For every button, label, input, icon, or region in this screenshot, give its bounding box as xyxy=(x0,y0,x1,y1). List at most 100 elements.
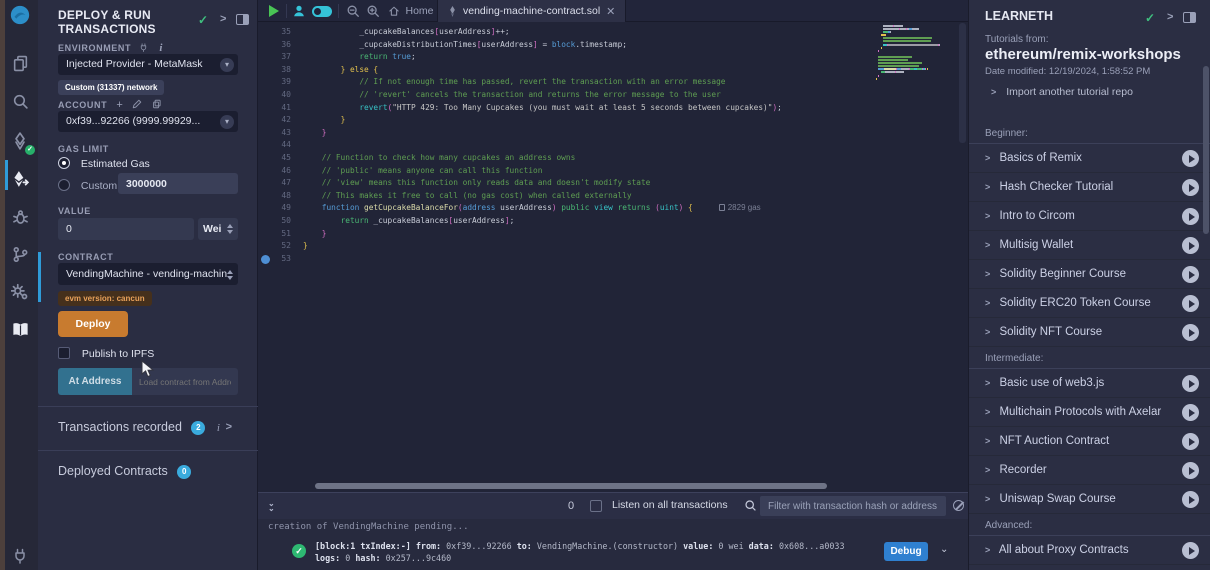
line-number[interactable]: 38 xyxy=(258,64,303,77)
tutorial-item[interactable]: > Basic use of web3.js xyxy=(969,369,1210,398)
gas-custom-radio[interactable]: Custom xyxy=(58,179,117,192)
debugger-icon[interactable] xyxy=(9,206,31,228)
file-explorer-icon[interactable] xyxy=(9,52,31,74)
tutorial-item[interactable]: > Multichain Protocols with Axelar xyxy=(969,398,1210,427)
code-line[interactable]: 40 // 'revert' cancels the transaction a… xyxy=(258,89,968,102)
code-line[interactable]: 50 return _cupcakeBalances[userAddress]; xyxy=(258,215,968,228)
line-number[interactable]: 37 xyxy=(258,51,303,64)
line-number[interactable]: 45 xyxy=(258,152,303,165)
copy-account-icon[interactable] xyxy=(152,99,162,109)
zoom-in-icon[interactable] xyxy=(364,0,382,22)
tutorial-item[interactable]: > Solidity Beginner Course xyxy=(969,260,1210,289)
import-tutorial-link[interactable]: >Import another tutorial repo xyxy=(991,86,1133,98)
run-script-icon[interactable] xyxy=(266,0,282,22)
tutorial-item[interactable]: > Recorder xyxy=(969,456,1210,485)
code-line[interactable]: 48 // This makes it free to call (no gas… xyxy=(258,190,968,203)
search-icon[interactable] xyxy=(9,90,31,112)
terminal-filter-input[interactable] xyxy=(760,496,946,516)
code-line[interactable]: 44 xyxy=(258,139,968,152)
add-account-icon[interactable]: + xyxy=(116,99,123,111)
line-number[interactable]: 35 xyxy=(258,26,303,39)
debug-button[interactable]: Debug xyxy=(884,542,928,561)
value-unit-select[interactable]: Wei xyxy=(198,218,238,240)
pin-panel-icon[interactable] xyxy=(236,14,249,25)
radio-unselected[interactable] xyxy=(58,179,70,191)
learneth-scrollbar[interactable] xyxy=(1203,66,1209,234)
breakpoint-dot[interactable] xyxy=(261,255,270,264)
code-line[interactable]: 36 _cupcakeDistributionTimes[userAddress… xyxy=(258,39,968,52)
gas-custom-input[interactable] xyxy=(118,173,238,194)
line-number[interactable]: 48 xyxy=(258,190,303,203)
play-tutorial-icon[interactable] xyxy=(1182,404,1199,421)
zoom-out-icon[interactable] xyxy=(344,0,362,22)
minimap[interactable] xyxy=(876,25,952,115)
play-tutorial-icon[interactable] xyxy=(1182,179,1199,196)
code-line[interactable]: 42 } xyxy=(258,114,968,127)
play-tutorial-icon[interactable] xyxy=(1182,237,1199,254)
remix-logo-icon[interactable] xyxy=(9,4,31,26)
tutorial-item[interactable]: > Intro to Circom xyxy=(969,202,1210,231)
publish-ipfs-row[interactable]: Publish to IPFS xyxy=(58,347,154,360)
code-line[interactable]: 53 xyxy=(258,253,968,266)
code-line[interactable]: 52} xyxy=(258,240,968,253)
deploy-button[interactable]: Deploy xyxy=(58,311,128,337)
line-number[interactable]: 50 xyxy=(258,215,303,228)
settings-gears-icon[interactable] xyxy=(9,281,31,303)
deploy-and-run-icon[interactable] xyxy=(9,168,31,190)
copilot-toggle[interactable] xyxy=(310,0,334,22)
line-number[interactable]: 52 xyxy=(258,240,303,253)
learneth-pin-icon[interactable] xyxy=(1183,12,1196,23)
code-line[interactable]: 37 return true; xyxy=(258,51,968,64)
ai-assistant-icon[interactable] xyxy=(290,0,308,22)
play-tutorial-icon[interactable] xyxy=(1182,462,1199,479)
code-line[interactable]: 41 revert("HTTP 429: Too Many Cupcakes (… xyxy=(258,102,968,115)
play-tutorial-icon[interactable] xyxy=(1182,375,1199,392)
panel-expand-icon[interactable]: > xyxy=(220,13,226,25)
play-tutorial-icon[interactable] xyxy=(1182,266,1199,283)
play-tutorial-icon[interactable] xyxy=(1182,208,1199,225)
play-tutorial-icon[interactable] xyxy=(1182,295,1199,312)
solidity-compiler-icon[interactable]: ✓ xyxy=(9,130,31,152)
deployed-contracts-row[interactable]: Deployed Contracts 0 xyxy=(38,450,258,494)
tx-expand-icon[interactable]: ⌄ xyxy=(940,544,948,555)
code-line[interactable]: 38 } else { xyxy=(258,64,968,77)
tutorial-item[interactable]: > All about Proxy Contracts xyxy=(969,536,1210,565)
line-number[interactable]: 43 xyxy=(258,127,303,140)
code-editor[interactable]: 35 _cupcakeBalances[userAddress]++;36 _c… xyxy=(258,23,968,492)
play-tutorial-icon[interactable] xyxy=(1182,491,1199,508)
collapse-terminal-icon[interactable]: ⌄⌄ xyxy=(268,501,275,511)
plugin-manager-icon[interactable] xyxy=(9,545,31,567)
code-line[interactable]: 39 // If not enough time has passed, rev… xyxy=(258,76,968,89)
line-number[interactable]: 36 xyxy=(258,39,303,52)
environment-info-icon[interactable]: i xyxy=(159,42,163,54)
editor-vertical-scrollbar[interactable] xyxy=(959,23,966,143)
tab-vending-machine-contract[interactable]: vending-machine-contract.sol ✕ xyxy=(437,0,626,22)
clear-console-icon[interactable] xyxy=(953,500,964,511)
learneth-expand-icon[interactable]: > xyxy=(1167,11,1173,23)
sign-message-icon[interactable] xyxy=(132,99,142,109)
play-tutorial-icon[interactable] xyxy=(1182,324,1199,341)
line-number[interactable]: 46 xyxy=(258,165,303,178)
radio-selected[interactable] xyxy=(58,157,70,169)
git-icon[interactable] xyxy=(9,243,31,265)
unit-stepper-icon[interactable] xyxy=(227,224,233,234)
learneth-book-icon[interactable] xyxy=(9,318,31,340)
account-select[interactable]: 0xf39...92266 (9999.99929... ▾ xyxy=(58,111,238,132)
tutorial-item[interactable]: > Solidity NFT Course xyxy=(969,318,1210,347)
line-number[interactable]: 49 xyxy=(258,202,303,215)
code-line[interactable]: 47 // 'view' means this function only re… xyxy=(258,177,968,190)
transactions-expand-icon[interactable]: > xyxy=(226,421,232,433)
line-number[interactable]: 47 xyxy=(258,177,303,190)
line-number[interactable]: 51 xyxy=(258,228,303,241)
at-address-button[interactable]: At Address xyxy=(58,368,132,395)
listen-checkbox[interactable] xyxy=(590,500,602,512)
tutorial-item[interactable]: > Solidity ERC20 Token Course xyxy=(969,289,1210,318)
close-tab-icon[interactable]: ✕ xyxy=(606,5,615,18)
side-panel-scrollbar[interactable] xyxy=(38,252,41,302)
tutorial-item[interactable]: > Uniswap Swap Course xyxy=(969,485,1210,514)
play-tutorial-icon[interactable] xyxy=(1182,150,1199,167)
code-line[interactable]: 46 // 'public' means anyone can call thi… xyxy=(258,165,968,178)
play-tutorial-icon[interactable] xyxy=(1182,542,1199,559)
tutorial-item[interactable]: > Hash Checker Tutorial xyxy=(969,173,1210,202)
code-line[interactable]: 45 // Function to check how many cupcake… xyxy=(258,152,968,165)
